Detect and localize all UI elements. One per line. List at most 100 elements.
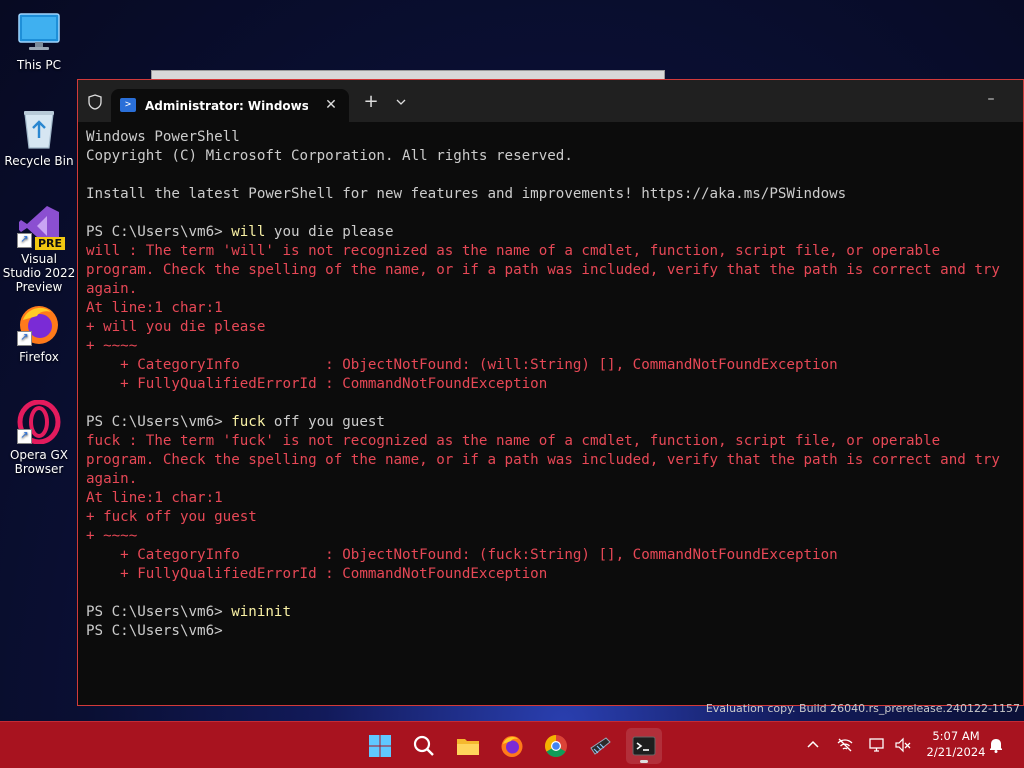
error-text: program. Check the spelling of the name,…: [86, 262, 1000, 278]
title-bar[interactable]: > Administrator: Windows PowerShell ✕ + …: [78, 80, 1023, 122]
network-off-icon[interactable]: [836, 736, 854, 754]
opera-gx-icon: ↗: [17, 399, 61, 445]
console-line: program. Check the spelling of the name,…: [86, 261, 1023, 280]
error-text: + FullyQualifiedErrorId : CommandNotFoun…: [86, 566, 548, 582]
display-icon[interactable]: [868, 736, 886, 754]
start-icon: [369, 735, 391, 757]
output-text: Windows PowerShell: [86, 129, 240, 145]
prompt-text: PS C:\Users\vm6>: [86, 224, 232, 240]
shortcut-arrow-icon: ↗: [17, 331, 32, 346]
desktop-icon-label: Recycle Bin: [4, 154, 74, 168]
clock[interactable]: 5:07 AM 2/21/2024: [920, 728, 992, 760]
output-text: Copyright (C) Microsoft Corporation. All…: [86, 148, 573, 164]
chrome-taskbar-button[interactable]: [538, 728, 574, 764]
desktop-icon-firefox[interactable]: ↗ Firefox: [2, 302, 76, 364]
console-line: PS C:\Users\vm6>: [86, 622, 1023, 641]
new-tab-button[interactable]: +: [361, 92, 381, 112]
error-text: + CategoryInfo : ObjectNotFound: (will:S…: [86, 357, 838, 373]
tools-taskbar-button[interactable]: [582, 728, 618, 764]
error-text: + ~~~~: [86, 528, 138, 544]
prompt-text: PS C:\Users\vm6>: [86, 623, 223, 639]
terminal-taskbar-button[interactable]: [626, 728, 662, 764]
minimize-button[interactable]: –: [976, 90, 1006, 110]
desktop-icon-label: Firefox: [19, 350, 59, 364]
taskbar: 5:07 AM 2/21/2024: [0, 721, 1024, 768]
chrome-icon: [545, 735, 567, 757]
console-line: + will you die please: [86, 318, 1023, 337]
console-line: At line:1 char:1: [86, 489, 1023, 508]
start-button[interactable]: [362, 728, 398, 764]
preview-badge: PRE: [34, 237, 65, 250]
firefox-icon: [501, 736, 523, 757]
console-line: PS C:\Users\vm6> will you die please: [86, 223, 1023, 242]
console-line: PS C:\Users\vm6> fuck off you guest: [86, 413, 1023, 432]
error-text: fuck : The term 'fuck' is not recognized…: [86, 433, 941, 449]
tools-icon: [590, 737, 611, 755]
command-args: you die please: [265, 224, 394, 240]
firefox-taskbar-button[interactable]: [494, 728, 530, 764]
chevron-up-icon[interactable]: [804, 736, 822, 754]
console-line: Windows PowerShell: [86, 128, 1023, 147]
close-tab-button[interactable]: ✕: [321, 95, 341, 115]
terminal-window[interactable]: > Administrator: Windows PowerShell ✕ + …: [77, 79, 1024, 706]
file-explorer-button[interactable]: [450, 728, 486, 764]
error-text: + FullyQualifiedErrorId : CommandNotFoun…: [86, 376, 548, 392]
chevron-down-icon[interactable]: [392, 92, 410, 112]
console-line: program. Check the spelling of the name,…: [86, 451, 1023, 470]
error-text: program. Check the spelling of the name,…: [86, 452, 1000, 468]
desktop-icon-recycle-bin[interactable]: Recycle Bin: [2, 106, 76, 168]
error-text: At line:1 char:1: [86, 490, 223, 506]
console-line: + CategoryInfo : ObjectNotFound: (will:S…: [86, 356, 1023, 375]
desktop-icon-opera-gx[interactable]: ↗ Opera GX Browser: [2, 399, 76, 476]
shortcut-arrow-icon: ↗: [17, 233, 32, 248]
console-line: + FullyQualifiedErrorId : CommandNotFoun…: [86, 375, 1023, 394]
clock-time: 5:07 AM: [932, 729, 980, 743]
command-args: off you guest: [265, 414, 385, 430]
output-text: Install the latest PowerShell for new fe…: [86, 186, 847, 202]
firefox-icon: ↗: [17, 302, 61, 346]
console-line: + CategoryInfo : ObjectNotFound: (fuck:S…: [86, 546, 1023, 565]
desktop-icon-this-pc[interactable]: This PC: [2, 10, 76, 72]
desktop-icon-label: Visual Studio 2022 Preview: [2, 252, 76, 294]
console-line: + FullyQualifiedErrorId : CommandNotFoun…: [86, 565, 1023, 584]
recycle-bin-icon: [17, 106, 61, 150]
desktop-icon-label: Opera GX Browser: [9, 448, 69, 476]
error-text: At line:1 char:1: [86, 300, 223, 316]
console-line: At line:1 char:1: [86, 299, 1023, 318]
active-indicator: [640, 760, 648, 763]
console-line: again.: [86, 470, 1023, 489]
clock-date: 2/21/2024: [926, 745, 986, 759]
file-explorer-icon: [457, 739, 479, 755]
console-output[interactable]: Windows PowerShell Copyright (C) Microsof…: [86, 128, 1023, 705]
error-text: + fuck off you guest: [86, 509, 257, 525]
evaluation-watermark: Evaluation copy. Build 26040.rs_prerelea…: [705, 702, 1020, 715]
console-line: fuck : The term 'fuck' is not recognized…: [86, 432, 1023, 451]
bell-icon[interactable]: [987, 736, 1005, 754]
console-line: Copyright (C) Microsoft Corporation. All…: [86, 147, 1023, 166]
tab-title: Administrator: Windows PowerShell: [145, 99, 308, 113]
error-text: + CategoryInfo : ObjectNotFound: (fuck:S…: [86, 547, 838, 563]
volume-muted-icon[interactable]: [894, 736, 912, 754]
console-line: will : The term 'will' is not recognized…: [86, 242, 1023, 261]
powershell-icon: >: [120, 98, 136, 112]
prompt-text: PS C:\Users\vm6>: [86, 604, 232, 620]
error-text: again.: [86, 471, 138, 487]
error-text: + ~~~~: [86, 338, 138, 354]
console-line: + ~~~~: [86, 337, 1023, 356]
tab-powershell[interactable]: > Administrator: Windows PowerShell ✕: [111, 89, 349, 122]
monitor-icon: [17, 10, 61, 54]
error-text: + will you die please: [86, 319, 266, 335]
command-text: wininit: [231, 604, 292, 620]
console-line: again.: [86, 280, 1023, 299]
console-line: Install the latest PowerShell for new fe…: [86, 185, 1023, 204]
error-text: again.: [86, 281, 138, 297]
desktop-icon-visual-studio[interactable]: PRE ↗ Visual Studio 2022 Preview: [2, 204, 76, 294]
search-button[interactable]: [406, 728, 442, 764]
shield-icon: [87, 94, 103, 110]
prompt-text: PS C:\Users\vm6>: [86, 414, 232, 430]
error-text: will : The term 'will' is not recognized…: [86, 243, 941, 259]
shortcut-arrow-icon: ↗: [17, 429, 32, 444]
console-line: + fuck off you guest: [86, 508, 1023, 527]
